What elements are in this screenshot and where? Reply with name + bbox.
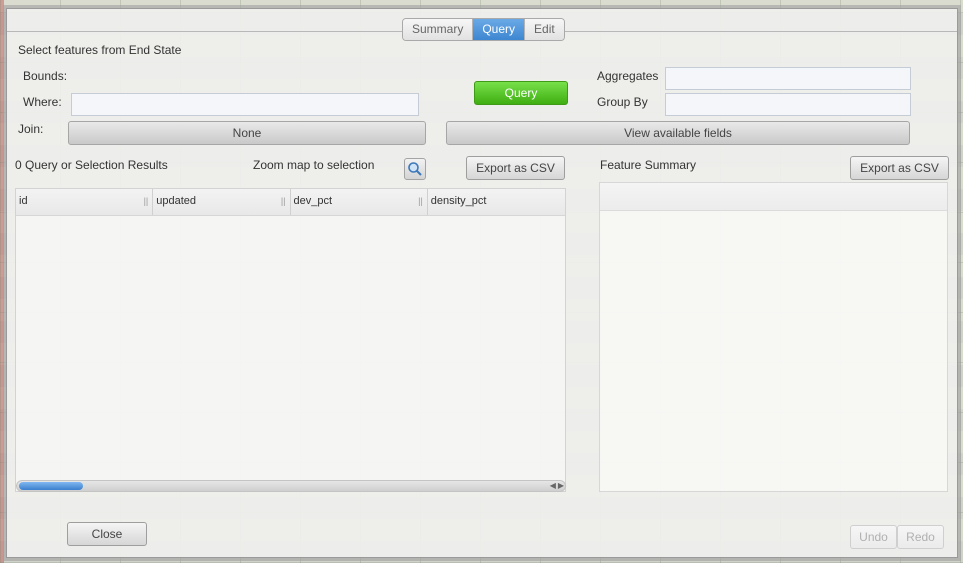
scroll-right-icon[interactable]: ▶ — [558, 481, 564, 491]
tab-edit[interactable]: Edit — [525, 19, 564, 40]
where-input[interactable] — [71, 93, 419, 116]
table-header: id || updated || dev_pct || density_pct — [16, 189, 565, 216]
tab-summary[interactable]: Summary — [403, 19, 474, 40]
scrollbar-arrows: ◀ ▶ — [550, 481, 564, 491]
undo-button[interactable]: Undo — [850, 525, 897, 549]
scroll-left-icon[interactable]: ◀ — [550, 481, 556, 491]
magnifier-icon — [408, 162, 422, 176]
export-csv-summary-button[interactable]: Export as CSV — [850, 156, 949, 180]
horizontal-scrollbar[interactable]: ◀ ▶ — [16, 480, 566, 492]
feature-summary-title: Feature Summary — [600, 158, 697, 172]
resize-grip-icon[interactable]: || — [281, 196, 286, 206]
column-header-dev-pct[interactable]: dev_pct || — [291, 189, 428, 215]
feature-summary-panel — [599, 182, 948, 492]
zoom-label: Zoom map to selection — [253, 158, 375, 172]
results-count: 0 Query or Selection Results — [15, 158, 168, 172]
column-header-density-pct[interactable]: density_pct — [428, 189, 565, 215]
group-by-input[interactable] — [665, 93, 911, 116]
aggregates-label: Aggregates — [597, 69, 659, 83]
group-by-label: Group By — [597, 95, 648, 109]
column-label: id — [19, 195, 28, 207]
tab-query[interactable]: Query — [473, 19, 526, 40]
column-label: dev_pct — [293, 195, 333, 207]
aggregates-input[interactable] — [665, 67, 911, 90]
view-fields-button[interactable]: View available fields — [446, 121, 910, 145]
scrollbar-thumb[interactable] — [19, 482, 83, 490]
join-label: Join: — [18, 122, 44, 136]
resize-grip-icon[interactable]: || — [144, 196, 149, 206]
column-label: density_pct — [430, 195, 487, 207]
close-button[interactable]: Close — [67, 522, 147, 546]
join-select[interactable]: None — [68, 121, 426, 145]
column-header-updated[interactable]: updated || — [153, 189, 291, 215]
tab-bar: Summary Query Edit — [402, 18, 565, 41]
column-label: updated — [156, 195, 197, 207]
dialog-heading: Select features from End State — [18, 43, 182, 57]
results-table: id || updated || dev_pct || density_pct — [15, 188, 566, 492]
query-button[interactable]: Query — [474, 81, 568, 105]
query-dialog: Summary Query Edit Select features from … — [6, 8, 958, 558]
redo-button[interactable]: Redo — [897, 525, 944, 549]
column-header-id[interactable]: id || — [16, 189, 154, 215]
zoom-to-selection-button[interactable] — [404, 158, 426, 180]
feature-summary-header — [600, 183, 947, 211]
bounds-label: Bounds: — [23, 69, 68, 83]
resize-grip-icon[interactable]: || — [418, 196, 423, 206]
where-label: Where: — [23, 95, 62, 109]
export-csv-results-button[interactable]: Export as CSV — [466, 156, 565, 180]
